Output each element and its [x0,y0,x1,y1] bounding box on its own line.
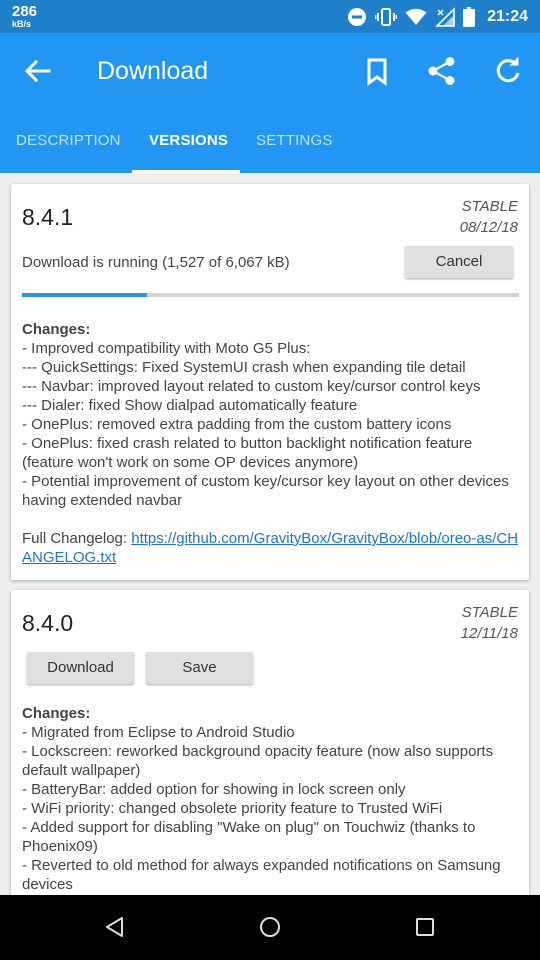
change-item: - Improved compatibility with Moto G5 Pl… [22,340,311,357]
dnd-icon [347,7,367,27]
clock: 21:24 [487,7,528,25]
versions-list[interactable]: 8.4.1 STABLE 08/12/18 Download is runnin… [0,173,540,895]
system-nav-bar [0,895,540,960]
changes-section: Changes: - Improved compatibility with M… [22,320,522,567]
save-button[interactable]: Save [146,652,253,684]
share-icon [428,57,455,85]
status-bar: 286 kB/s 21:24 [0,0,540,33]
change-item: --- Dialer: fixed Show dialpad automatic… [22,397,358,414]
battery-icon [463,6,476,27]
channel-label: STABLE [461,604,518,621]
network-speed-value: 286 [12,3,38,20]
version-number: 8.4.0 [22,610,74,636]
changelog-label: Full Changelog: [22,530,132,547]
refresh-icon [496,56,520,83]
tab-settings[interactable]: SETTINGS [256,109,333,173]
change-item: - Added support for disabling "Wake on p… [22,819,476,855]
change-item: - OnePlus: fixed crash related to button… [22,435,473,471]
change-item: --- QuickSettings: Fixed SystemUI crash … [22,359,466,376]
tab-bar: DESCRIPTION VERSIONS SETTINGS [0,109,540,173]
signal-icon [435,6,455,27]
bookmark-icon [367,58,387,86]
channel-label: STABLE [461,198,518,215]
app-bar: Download [0,33,540,109]
nav-recents-icon [416,918,434,936]
share-button[interactable] [426,55,458,87]
version-number: 8.4.1 [22,204,74,230]
change-item: - Migrated from Eclipse to Android Studi… [22,724,295,741]
bookmark-button[interactable] [361,55,393,87]
changes-header: Changes: [22,321,91,338]
tab-description[interactable]: DESCRIPTION [16,109,121,173]
full-changelog: Full Changelog: https://github.com/Gravi… [22,529,522,567]
release-date: 12/11/18 [460,625,518,642]
download-button[interactable]: Download [27,652,134,684]
change-item: --- Navbar: improved layout related to c… [22,378,481,395]
change-item: - OnePlus: removed extra padding from th… [22,416,452,433]
download-progress-fill [22,293,148,297]
back-button[interactable] [22,55,54,87]
nav-home-icon [260,917,280,937]
change-item: - BatteryBar: added option for showing i… [22,781,406,798]
change-item: - Reverted to old method for always expa… [22,857,501,893]
cancel-button[interactable]: Cancel [405,246,513,278]
change-item: - Lockscreen: reworked background opacit… [22,743,494,779]
back-arrow-icon [24,59,51,83]
version-card-8-4-1: 8.4.1 STABLE 08/12/18 Download is runnin… [11,184,529,580]
change-item: - WiFi priority: changed obsolete priori… [22,800,443,817]
download-progress-bar [22,293,519,297]
release-date: 08/12/18 [459,219,518,236]
vibrate-icon [375,7,398,27]
nav-back-button[interactable] [103,915,127,939]
nav-back-icon [106,917,123,937]
version-card-8-4-0: 8.4.0 STABLE 12/11/18 Download Save Chan… [11,590,529,895]
change-item: - Potential improvement of custom key/cu… [22,473,509,509]
version-meta: STABLE 08/12/18 [460,196,518,238]
nav-recents-button[interactable] [413,915,437,939]
wifi-icon [405,8,427,26]
changes-section: Changes: - Migrated from Eclipse to Andr… [22,704,522,894]
refresh-button[interactable] [492,55,524,87]
tab-versions[interactable]: VERSIONS [149,109,228,173]
download-status: Download is running (1,527 of 6,067 kB) [22,254,290,271]
page-title: Download [97,57,209,85]
changes-header: Changes: [22,705,91,722]
nav-home-button[interactable] [258,915,282,939]
network-speed-unit: kB/s [12,19,32,29]
network-speed: 286 kB/s [12,4,37,29]
version-meta: STABLE 12/11/18 [461,602,518,644]
